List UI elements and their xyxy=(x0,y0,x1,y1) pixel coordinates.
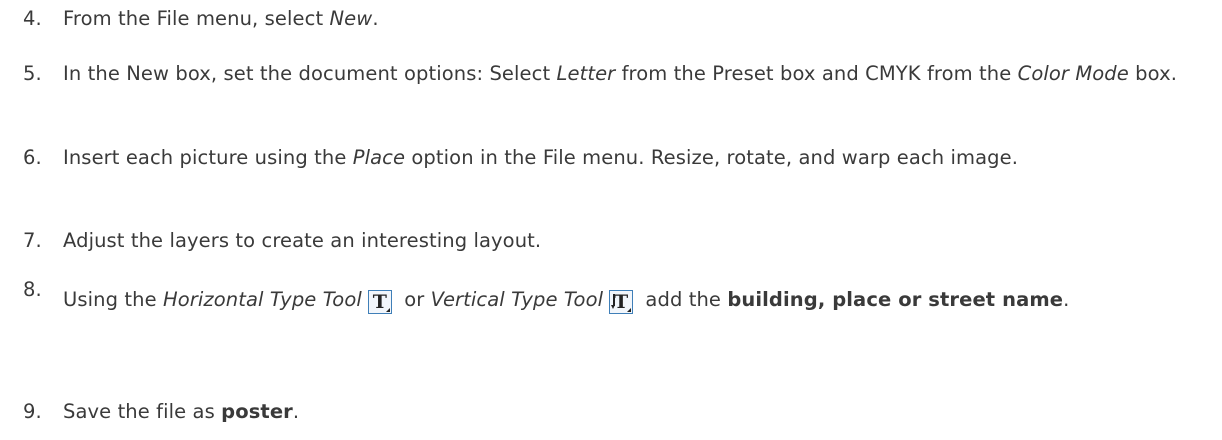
instructions-page: { "steps": [ { "number": "4.", "parts": … xyxy=(0,0,1222,440)
step-number: 9. xyxy=(23,400,42,423)
step-text: Insert each picture using the Place opti… xyxy=(63,146,1019,169)
file-name-poster: poster xyxy=(221,400,293,423)
step-text: Using the Horizontal Type Tool T or Verti… xyxy=(63,288,1070,314)
building-place-street-name: building, place or street name xyxy=(727,288,1064,311)
step-number: 8. xyxy=(23,278,42,301)
step-number: 6. xyxy=(23,146,42,169)
place-option: Place xyxy=(352,146,406,169)
step-6: 6. Insert each picture using the Place o… xyxy=(23,144,1202,172)
step-4: 4. From the File menu, select New. xyxy=(23,5,1202,33)
step-text: In the New box, set the document options… xyxy=(63,62,1178,85)
step-number: 4. xyxy=(23,7,42,30)
step-text: From the File menu, select New. xyxy=(63,7,379,30)
step-7: 7. Adjust the layers to create an intere… xyxy=(23,227,1202,255)
preset-letter: Letter xyxy=(556,62,616,85)
step-text: Save the file as poster. xyxy=(63,400,300,423)
horizontal-type-tool-icon: T xyxy=(367,290,392,314)
color-mode-label: Color Mode xyxy=(1017,62,1129,85)
step-text: Adjust the layers to create an interesti… xyxy=(63,229,542,252)
step-5: 5. In the New box, set the document opti… xyxy=(23,60,1202,88)
step-number: 7. xyxy=(23,229,42,252)
step-number: 5. xyxy=(23,62,42,85)
vertical-type-tool-label: Vertical Type Tool xyxy=(430,288,604,311)
menu-item-new: New xyxy=(329,7,373,30)
horizontal-type-tool-label: Horizontal Type Tool xyxy=(163,288,362,311)
step-8: 8. Using the Horizontal Type Tool T or Ve… xyxy=(23,278,1202,314)
step-9: 9. Save the file as poster. xyxy=(23,398,1202,426)
vertical-type-tool-icon: T xyxy=(609,290,634,314)
